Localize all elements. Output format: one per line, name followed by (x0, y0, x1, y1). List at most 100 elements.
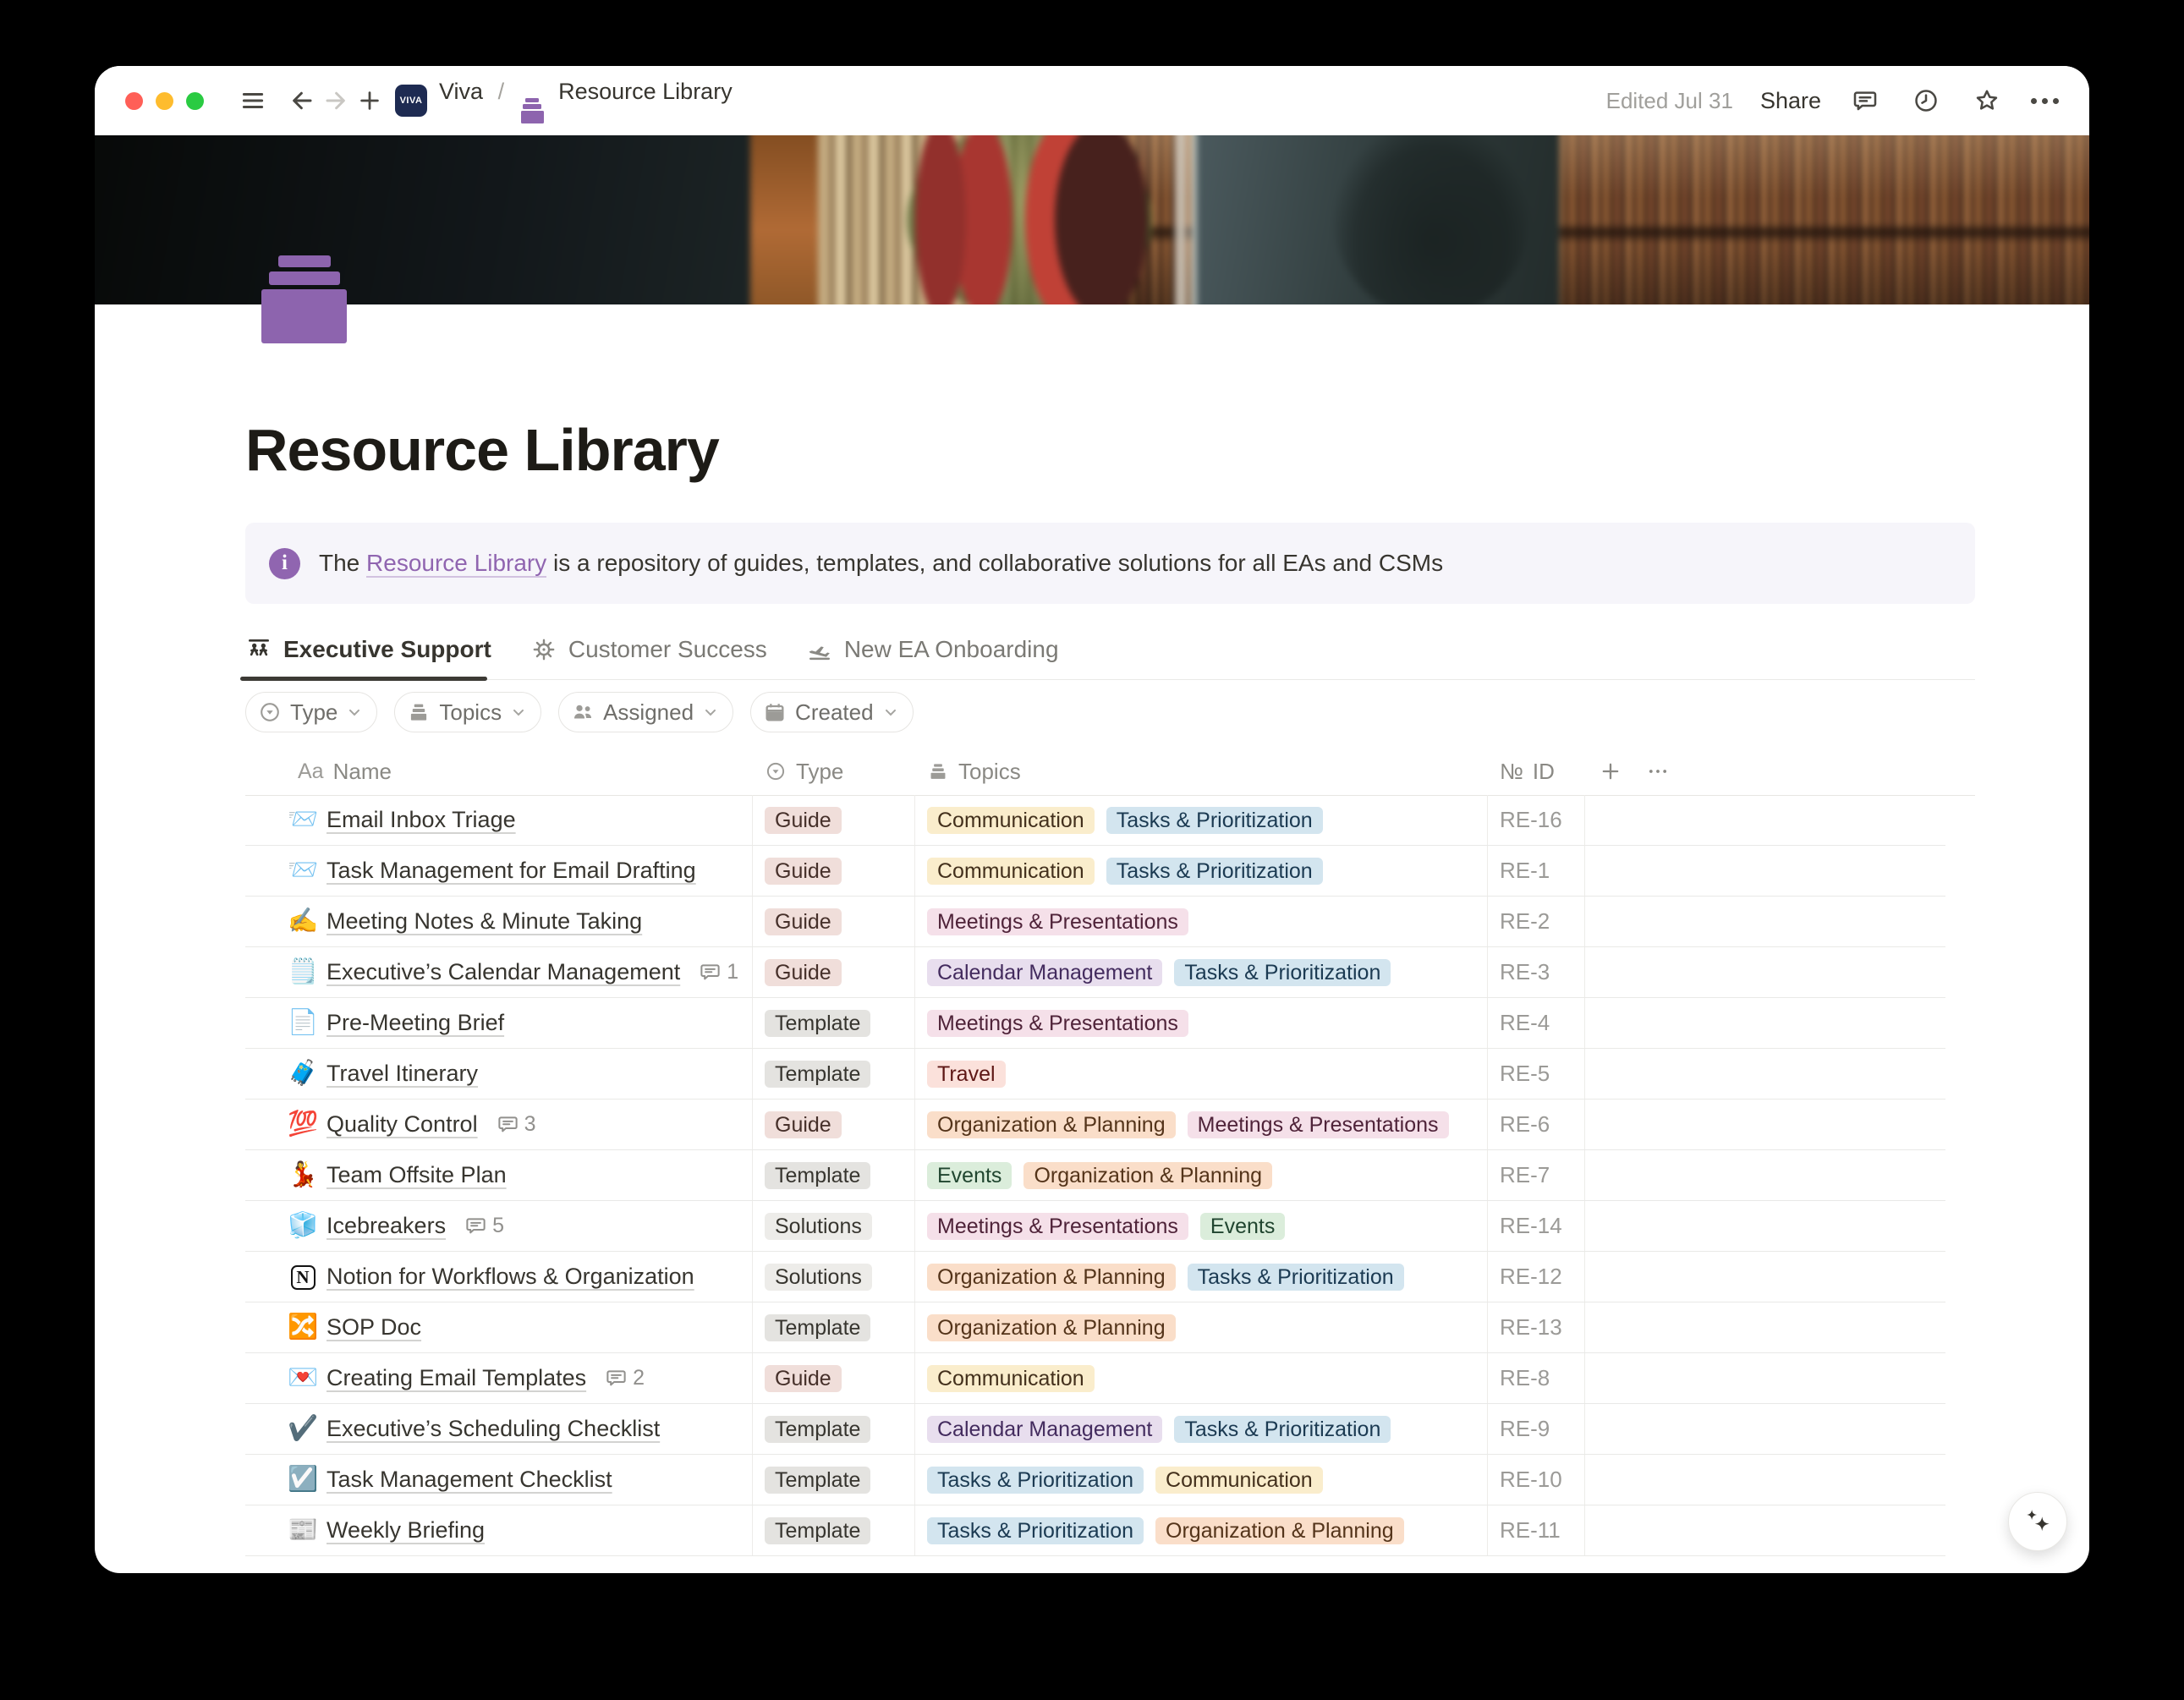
page-link[interactable]: Creating Email Templates (327, 1365, 586, 1391)
topics-cell[interactable]: Travel (915, 1049, 1488, 1099)
type-cell[interactable]: Template (753, 1302, 915, 1352)
topics-cell[interactable]: Communication (915, 1353, 1488, 1403)
page-link[interactable]: Email Inbox Triage (327, 807, 516, 833)
name-cell[interactable]: ✔️Executive’s Scheduling Checklist (245, 1404, 753, 1454)
table-row[interactable]: 🔀SOP DocTemplateOrganization & PlanningR… (245, 1302, 1945, 1353)
filter-type[interactable]: Type (245, 692, 377, 732)
name-cell[interactable]: 🗒️Executive’s Calendar Management1 (245, 947, 753, 997)
favorite-star-icon[interactable] (1970, 84, 2004, 118)
more-options-icon[interactable] (2031, 98, 2059, 104)
id-cell[interactable]: RE-11 (1488, 1505, 1585, 1555)
topics-cell[interactable]: Calendar ManagementTasks & Prioritizatio… (915, 947, 1488, 997)
id-cell[interactable]: RE-12 (1488, 1252, 1585, 1302)
table-row[interactable]: 📰Weekly BriefingTemplateTasks & Prioriti… (245, 1505, 1945, 1556)
table-row[interactable]: 📄Pre-Meeting BriefTemplateMeetings & Pre… (245, 998, 1945, 1049)
type-cell[interactable]: Solutions (753, 1252, 915, 1302)
page-link[interactable]: Weekly Briefing (327, 1517, 485, 1544)
name-cell[interactable]: 🧳Travel Itinerary (245, 1049, 753, 1099)
name-cell[interactable]: 📨Email Inbox Triage (245, 795, 753, 845)
page-link[interactable]: Meeting Notes & Minute Taking (327, 908, 642, 935)
type-cell[interactable]: Template (753, 1455, 915, 1505)
name-cell[interactable]: 📰Weekly Briefing (245, 1505, 753, 1555)
topics-cell[interactable]: CommunicationTasks & Prioritization (915, 846, 1488, 896)
table-row[interactable]: 🗒️Executive’s Calendar Management1GuideC… (245, 947, 1945, 998)
comment-count-badge[interactable]: 5 (464, 1214, 504, 1238)
comment-count-badge[interactable]: 3 (497, 1112, 536, 1137)
add-column-button[interactable] (1599, 748, 1622, 795)
page-link[interactable]: Icebreakers (327, 1213, 446, 1239)
forward-icon[interactable] (319, 84, 353, 118)
type-cell[interactable]: Template (753, 1404, 915, 1454)
topics-cell[interactable]: Organization & PlanningTasks & Prioritiz… (915, 1252, 1488, 1302)
topics-cell[interactable]: Meetings & Presentations (915, 897, 1488, 946)
id-cell[interactable]: RE-14 (1488, 1201, 1585, 1251)
id-cell[interactable]: RE-8 (1488, 1353, 1585, 1403)
table-row[interactable]: 💌Creating Email Templates2GuideCommunica… (245, 1353, 1945, 1404)
filter-topics[interactable]: Topics (394, 692, 541, 732)
breadcrumb-workspace[interactable]: Viva (439, 79, 483, 104)
tab-customer-success[interactable]: Customer Success (530, 620, 767, 679)
type-cell[interactable]: Template (753, 1150, 915, 1200)
table-row[interactable]: ☑️Task Management ChecklistTemplateTasks… (245, 1455, 1945, 1505)
zoom-window-button[interactable] (186, 92, 204, 110)
breadcrumb-page[interactable]: Resource Library (558, 79, 733, 104)
topics-cell[interactable]: Tasks & PrioritizationCommunication (915, 1455, 1488, 1505)
name-cell[interactable]: ✍️Meeting Notes & Minute Taking (245, 897, 753, 946)
id-cell[interactable]: RE-9 (1488, 1404, 1585, 1454)
id-cell[interactable]: RE-5 (1488, 1049, 1585, 1099)
column-id[interactable]: № ID (1500, 748, 1555, 795)
notion-ai-button[interactable] (2008, 1492, 2067, 1551)
id-cell[interactable]: RE-2 (1488, 897, 1585, 946)
topics-cell[interactable]: Calendar ManagementTasks & Prioritizatio… (915, 1404, 1488, 1454)
id-cell[interactable]: RE-13 (1488, 1302, 1585, 1352)
type-cell[interactable]: Guide (753, 897, 915, 946)
comment-count-badge[interactable]: 2 (605, 1366, 645, 1390)
table-row[interactable]: NNotion for Workflows & OrganizationSolu… (245, 1252, 1945, 1302)
name-cell[interactable]: 💃Team Offsite Plan (245, 1150, 753, 1200)
type-cell[interactable]: Guide (753, 1353, 915, 1403)
topics-cell[interactable]: Meetings & Presentations (915, 998, 1488, 1048)
name-cell[interactable]: 🧊Icebreakers5 (245, 1201, 753, 1251)
id-cell[interactable]: RE-3 (1488, 947, 1585, 997)
id-cell[interactable]: RE-7 (1488, 1150, 1585, 1200)
topics-cell[interactable]: EventsOrganization & Planning (915, 1150, 1488, 1200)
type-cell[interactable]: Template (753, 1049, 915, 1099)
share-button[interactable]: Share (1760, 88, 1821, 114)
sidebar-menu-icon[interactable] (236, 84, 270, 118)
page-link[interactable]: Quality Control (327, 1111, 478, 1138)
back-icon[interactable] (285, 84, 319, 118)
table-row[interactable]: 💃Team Offsite PlanTemplateEventsOrganiza… (245, 1150, 1945, 1201)
comments-icon[interactable] (1848, 84, 1882, 118)
table-options-icon[interactable] (1646, 748, 1670, 795)
column-topics[interactable]: Topics (927, 748, 1021, 795)
close-window-button[interactable] (125, 92, 143, 110)
name-cell[interactable]: 📨Task Management for Email Drafting (245, 846, 753, 896)
page-link[interactable]: Notion for Workflows & Organization (327, 1264, 694, 1290)
table-row[interactable]: ✍️Meeting Notes & Minute TakingGuideMeet… (245, 897, 1945, 947)
name-cell[interactable]: 💯Quality Control3 (245, 1100, 753, 1149)
type-cell[interactable]: Guide (753, 947, 915, 997)
name-cell[interactable]: 💌Creating Email Templates2 (245, 1353, 753, 1403)
minimize-window-button[interactable] (156, 92, 173, 110)
topics-cell[interactable]: Organization & Planning (915, 1302, 1488, 1352)
page-link[interactable]: Travel Itinerary (327, 1061, 478, 1087)
id-cell[interactable]: RE-10 (1488, 1455, 1585, 1505)
page-icon-archive[interactable] (261, 255, 347, 343)
workspace-logo[interactable]: VIVA (395, 85, 427, 117)
type-cell[interactable]: Solutions (753, 1201, 915, 1251)
topics-cell[interactable]: CommunicationTasks & Prioritization (915, 795, 1488, 845)
page-link[interactable]: Task Management Checklist (327, 1467, 612, 1493)
table-row[interactable]: 🧳Travel ItineraryTemplateTravelRE-5 (245, 1049, 1945, 1100)
topics-cell[interactable]: Organization & PlanningMeetings & Presen… (915, 1100, 1488, 1149)
filter-created[interactable]: Created (750, 692, 914, 732)
topics-cell[interactable]: Tasks & PrioritizationOrganization & Pla… (915, 1505, 1488, 1555)
page-link[interactable]: SOP Doc (327, 1314, 421, 1341)
table-row[interactable]: 💯Quality Control3GuideOrganization & Pla… (245, 1100, 1945, 1150)
type-cell[interactable]: Guide (753, 1100, 915, 1149)
comment-count-badge[interactable]: 1 (699, 960, 738, 984)
id-cell[interactable]: RE-4 (1488, 998, 1585, 1048)
id-cell[interactable]: RE-1 (1488, 846, 1585, 896)
page-link[interactable]: Executive’s Calendar Management (327, 959, 680, 985)
page-link[interactable]: Pre-Meeting Brief (327, 1010, 504, 1036)
id-cell[interactable]: RE-6 (1488, 1100, 1585, 1149)
